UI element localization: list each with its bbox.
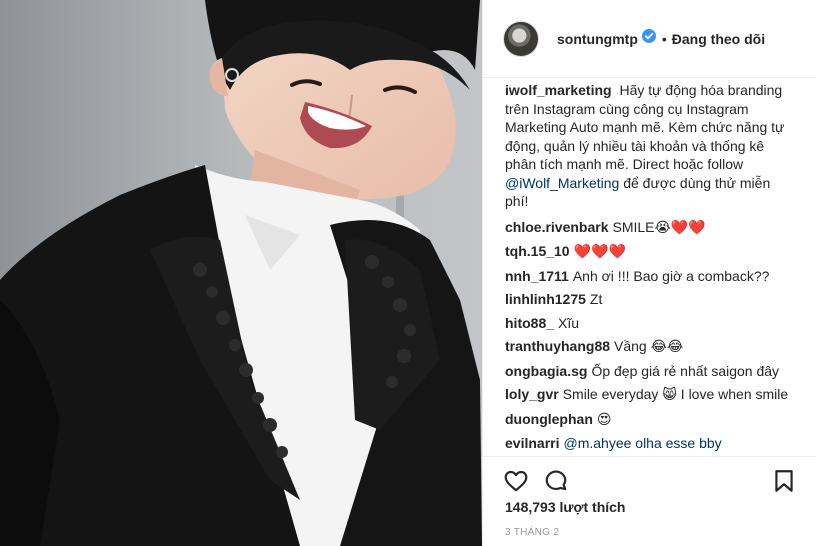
comment-username[interactable]: chloe.rivenbark bbox=[505, 219, 609, 235]
comment-username[interactable]: evilnarri bbox=[505, 435, 559, 451]
post-caption: iwolf_marketing Hãy tự động hóa branding… bbox=[505, 81, 795, 211]
bookmark-icon[interactable] bbox=[771, 468, 797, 494]
comment-text: Xĩu bbox=[558, 314, 580, 331]
comment-item: tranthuyhang88 Vầng 😂😂 bbox=[505, 337, 795, 356]
action-buttons bbox=[483, 457, 816, 505]
comment-username[interactable]: ongbagia.sg bbox=[505, 363, 587, 379]
comment-text: Vầng bbox=[614, 338, 647, 354]
caption-mention-link[interactable]: @iWolf_Marketing bbox=[505, 175, 619, 191]
avatar[interactable] bbox=[503, 20, 539, 57]
likes-count[interactable]: 148,793 lượt thích bbox=[505, 499, 625, 515]
author-username[interactable]: sontungmtp bbox=[557, 31, 638, 47]
post-date[interactable]: 3 THÁNG 2 bbox=[505, 527, 559, 538]
comment-item: ongbagia.sg Ốp đẹp giá rẻ nhất saigon đây bbox=[505, 362, 795, 380]
post-photo[interactable] bbox=[0, 0, 482, 546]
comment-item: linhlinh1275 Zt bbox=[505, 290, 795, 308]
caption-username[interactable]: iwolf_marketing bbox=[505, 82, 612, 98]
comment-username[interactable]: duonglephan bbox=[505, 411, 593, 427]
comment-text: SMILE bbox=[612, 218, 655, 235]
speech-bubble-icon[interactable] bbox=[543, 468, 569, 494]
comment-username[interactable]: loly_gvr bbox=[505, 386, 559, 402]
comment-text: Smile everyday bbox=[562, 386, 659, 402]
comment-item: hito88_ Xĩu bbox=[505, 314, 795, 332]
comment-text: Ốp đẹp giá rẻ nhất saigon đây bbox=[591, 362, 780, 379]
heart-outline-icon[interactable] bbox=[503, 468, 529, 494]
comment-item: nnh_1711 Anh ơi !!! Bao giờ a comback?? bbox=[505, 267, 795, 285]
heart-emoji-icon: ❤️❤️ bbox=[670, 219, 706, 236]
comment-text: Zt bbox=[589, 291, 603, 307]
post-photo-illustration bbox=[0, 0, 482, 546]
comment-username[interactable]: tranthuyhang88 bbox=[505, 338, 610, 354]
comment-username[interactable]: linhlinh1275 bbox=[505, 291, 586, 307]
laughing-emoji-icon: 😂😂 bbox=[650, 339, 684, 355]
follow-separator: • bbox=[661, 30, 667, 47]
crying-emoji-icon: 😭 bbox=[654, 219, 671, 236]
comments-list[interactable]: iwolf_marketing Hãy tự động hóa branding… bbox=[483, 79, 816, 455]
comment-item: loly_gvr Smile everyday 😸 I love when smi… bbox=[505, 385, 795, 404]
comment-item: chloe.rivenbark SMILE😭❤️❤️ bbox=[505, 218, 795, 237]
verified-badge-icon bbox=[641, 29, 656, 48]
comment-text-continued: I love when smile bbox=[680, 386, 789, 402]
heart-eyes-emoji-icon: 😍 bbox=[596, 411, 612, 428]
comment-username[interactable]: nnh_1711 bbox=[505, 268, 569, 284]
comment-item: evilnarri @m.ahyee olha esse bby bbox=[505, 434, 795, 452]
comment-item: tqh.15_10 ❤️❤️❤️ bbox=[505, 242, 795, 261]
comment-username[interactable]: hito88_ bbox=[505, 315, 554, 331]
comment-item: duonglephan 😍 bbox=[505, 410, 795, 429]
post-actions-section: 148,793 lượt thích 3 THÁNG 2 bbox=[483, 456, 816, 546]
post-sidebar: sontungmtp • Đang theo dõi iwolf_marketi… bbox=[482, 0, 816, 546]
post-header: sontungmtp • Đang theo dõi bbox=[483, 0, 816, 78]
comment-text: Anh ơi !!! Bao giờ a comback?? bbox=[572, 267, 770, 284]
smiling-cat-emoji-icon: 😸 bbox=[662, 387, 677, 403]
heart-emoji-icon: ❤️❤️❤️ bbox=[573, 244, 626, 260]
comment-text: @m.ahyee olha esse bby bbox=[563, 435, 722, 451]
following-button[interactable]: Đang theo dõi bbox=[672, 31, 765, 47]
comment-username[interactable]: tqh.15_10 bbox=[505, 243, 570, 259]
